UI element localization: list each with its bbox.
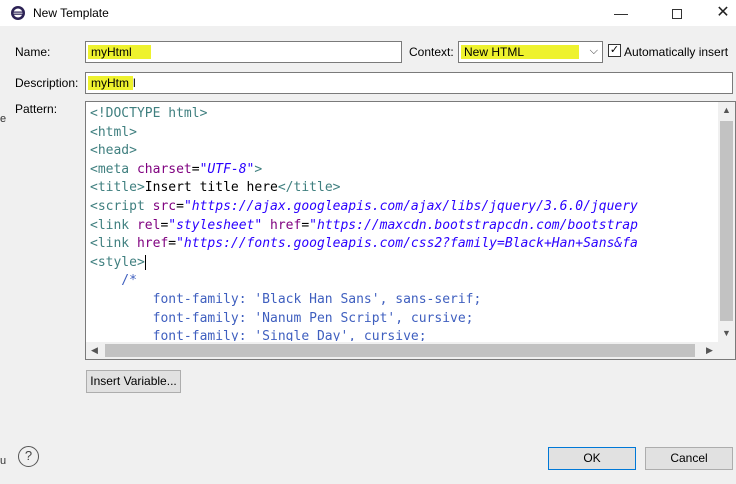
code-token: Insert title here xyxy=(144,180,278,196)
code-token: = xyxy=(191,161,200,177)
minimize-button[interactable]: — xyxy=(598,0,644,26)
cancel-button[interactable]: Cancel xyxy=(645,447,733,470)
code-token: <!DOCTYPE html> xyxy=(90,106,208,121)
window-title: New Template xyxy=(33,6,109,20)
code-token: "stylesheet" xyxy=(168,217,263,233)
code-token: <link xyxy=(90,217,137,233)
chevron-down-icon: ⌵ xyxy=(589,45,598,57)
context-value: New HTML xyxy=(461,45,579,59)
pattern-label: Pattern: xyxy=(15,102,58,116)
code-line: font-family: 'Single Day', cursive; xyxy=(90,328,718,341)
code-token: "https://fonts.googleapis.com/css2?famil… xyxy=(176,236,638,252)
code-token: font-family: 'Nanum Pen Script', cursive… xyxy=(90,310,474,326)
code-line: <head> xyxy=(90,142,718,161)
maximize-icon xyxy=(672,9,682,20)
code-line: /* xyxy=(90,272,718,291)
code-token: /* xyxy=(90,273,137,289)
code-token: "UTF-8" xyxy=(199,161,255,177)
code-token: font-family: 'Single Day', cursive; xyxy=(90,329,427,341)
code-token: > xyxy=(254,161,263,177)
code-token: = xyxy=(301,217,310,233)
edge-mark: u xyxy=(0,455,7,467)
auto-insert-label[interactable]: Automatically insert xyxy=(624,45,728,59)
ok-button[interactable]: OK xyxy=(548,447,636,470)
code-token: "https://ajax.googleapis.com/ajax/libs/j… xyxy=(183,198,638,214)
name-field[interactable]: myHtml xyxy=(85,41,402,63)
description-value-highlighted: myHtm xyxy=(88,76,133,90)
description-value-rest: l xyxy=(133,76,136,90)
code-token: font-family: 'Black Han Sans', sans-seri… xyxy=(90,291,482,307)
name-label: Name: xyxy=(15,45,51,59)
edge-mark: e xyxy=(0,113,7,125)
code-token: charset xyxy=(136,161,192,177)
insert-variable-button[interactable]: Insert Variable... xyxy=(86,370,181,393)
code-line: <style> xyxy=(90,254,718,273)
text-caret xyxy=(144,254,146,270)
eclipse-app-icon xyxy=(11,6,25,20)
description-label: Description: xyxy=(15,76,79,90)
code-line: <link href="https://fonts.googleapis.com… xyxy=(90,235,718,254)
code-token: <head> xyxy=(90,143,137,159)
description-field[interactable]: myHtm l xyxy=(85,72,733,94)
code-line: <link rel="stylesheet" href="https://max… xyxy=(90,217,718,236)
code-token: src xyxy=(152,198,177,214)
code-token: <title> xyxy=(90,180,145,196)
code-line: font-family: 'Nanum Pen Script', cursive… xyxy=(90,310,718,329)
pattern-editor[interactable]: <!DOCTYPE html> <html> <head> <meta charset… xyxy=(85,101,736,360)
code-token: "https://maxcdn.bootstrapcdn.com/bootstr… xyxy=(309,217,638,233)
code-token: <script xyxy=(90,198,153,214)
code-token: <html> xyxy=(90,124,137,140)
maximize-button[interactable] xyxy=(654,0,700,26)
context-select[interactable]: New HTML ⌵ xyxy=(458,41,603,63)
code-line: <!DOCTYPE html> xyxy=(90,105,718,124)
context-label: Context: xyxy=(409,45,454,59)
code-token: </title> xyxy=(277,180,341,196)
code-token: href xyxy=(136,236,169,252)
help-icon[interactable]: ? xyxy=(18,446,39,467)
title-bar: New Template — ✕ xyxy=(0,0,736,26)
code-line: <script src="https://ajax.googleapis.com… xyxy=(90,198,718,217)
name-value: myHtml xyxy=(88,45,151,59)
horizontal-scrollbar[interactable]: ◀ ▶ xyxy=(86,342,718,359)
code-line: <title>Insert title here</title> xyxy=(90,179,718,198)
scroll-down-icon[interactable]: ▼ xyxy=(718,325,735,342)
code-token: <meta xyxy=(90,161,137,177)
code-line: <html> xyxy=(90,124,718,143)
code-token: href xyxy=(270,217,302,233)
code-token: = xyxy=(176,198,184,214)
scroll-corner xyxy=(718,342,735,359)
code-line: font-family: 'Black Han Sans', sans-seri… xyxy=(90,291,718,310)
horizontal-scroll-thumb[interactable] xyxy=(105,344,695,357)
vertical-scrollbar[interactable]: ▲ ▼ xyxy=(718,102,735,342)
code-line: <meta charset="UTF-8"> xyxy=(90,161,718,180)
auto-insert-checkbox[interactable]: ✓ xyxy=(608,44,621,57)
scroll-left-icon[interactable]: ◀ xyxy=(86,342,103,359)
code-token: <style> xyxy=(90,254,145,270)
vertical-scroll-thumb[interactable] xyxy=(720,121,733,321)
code-token: rel xyxy=(136,217,161,233)
scroll-right-icon[interactable]: ▶ xyxy=(701,342,718,359)
code-token: <link xyxy=(90,236,137,252)
scroll-up-icon[interactable]: ▲ xyxy=(718,102,735,119)
pattern-code[interactable]: <!DOCTYPE html> <html> <head> <meta charset… xyxy=(90,105,718,341)
close-button[interactable]: ✕ xyxy=(700,0,736,26)
code-token: = xyxy=(168,236,177,252)
